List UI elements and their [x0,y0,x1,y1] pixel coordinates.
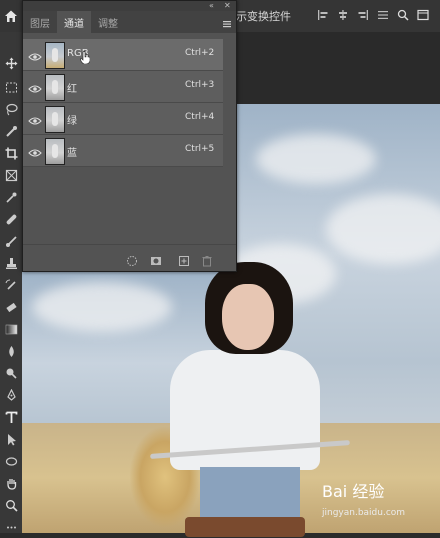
home-icon [5,10,17,22]
stamp-tool-icon[interactable] [0,252,22,274]
hamburger-menu-icon [223,21,231,28]
photoshop-window: 示变换控件 « ✕ 图层 通道 调整 RGB Ctrl+2 红 Ctrl+3 绿… [0,0,440,537]
distribute-icon[interactable] [376,7,390,23]
hand-pointer-cursor-icon [80,49,91,65]
save-selection-as-channel-icon[interactable] [150,252,162,265]
visibility-eye-icon[interactable] [28,48,42,61]
home-button[interactable] [0,0,22,32]
channel-thumbnail [45,106,65,133]
blur-tool-icon[interactable] [0,340,22,362]
align-left-icon[interactable] [316,7,330,23]
lasso-tool-icon[interactable] [0,98,22,120]
visibility-eye-icon[interactable] [28,112,42,125]
tab-layers[interactable]: 图层 [23,11,57,33]
tools-panel [0,32,23,533]
channel-row-blue[interactable]: 蓝 Ctrl+5 [23,135,223,167]
search-icon[interactable] [396,7,410,23]
channel-list: RGB Ctrl+2 红 Ctrl+3 绿 Ctrl+4 蓝 Ctrl+5 [23,39,223,167]
panel-title-bar[interactable]: « ✕ [23,1,236,11]
baidu-jingyan-watermark: Bai 经验 jingyan.baidu.com [322,478,438,528]
channel-thumbnail [45,138,65,165]
watermark-logo: Bai 经验 [322,482,385,501]
history-brush-tool-icon[interactable] [0,274,22,296]
channel-shortcut: Ctrl+3 [185,80,215,90]
panel-menu-button[interactable] [221,15,233,28]
watermark-url: jingyan.baidu.com [322,508,406,518]
channel-shortcut: Ctrl+4 [185,112,215,122]
tab-channels[interactable]: 通道 [57,11,91,33]
more-tools-icon[interactable] [0,516,22,538]
shape-tool-icon[interactable] [0,450,22,472]
channel-thumbnail [45,74,65,101]
gradient-tool-icon[interactable] [0,318,22,340]
close-panel-icon[interactable]: ✕ [224,1,231,11]
pen-tool-icon[interactable] [0,384,22,406]
crop-tool-icon[interactable] [0,142,22,164]
show-transform-controls-label[interactable]: 示变换控件 [236,8,291,24]
marquee-tool-icon[interactable] [0,76,22,98]
healing-brush-tool-icon[interactable] [0,208,22,230]
channels-panel: « ✕ 图层 通道 调整 RGB Ctrl+2 红 Ctrl+3 绿 Ctrl+… [22,0,237,272]
zoom-tool-icon[interactable] [0,494,22,516]
load-channel-as-selection-icon[interactable] [126,252,138,266]
channel-shortcut: Ctrl+2 [185,48,215,58]
channel-row-green[interactable]: 绿 Ctrl+4 [23,103,223,135]
canvas-pasteboard [236,32,440,104]
brush-tool-icon[interactable] [0,230,22,252]
visibility-eye-icon[interactable] [28,144,42,157]
channel-name: 绿 [67,116,77,127]
visibility-eye-icon[interactable] [28,80,42,93]
channel-name: 红 [67,84,77,95]
eraser-tool-icon[interactable] [0,296,22,318]
photo-subject-girl-on-bicycle [130,262,350,537]
move-tool-icon[interactable] [0,52,22,74]
tab-adjustments[interactable]: 调整 [91,11,125,33]
channel-row-red[interactable]: 红 Ctrl+3 [23,71,223,103]
eyedropper-tool-icon[interactable] [0,186,22,208]
hand-tool-icon[interactable] [0,472,22,494]
frame-tool-icon[interactable] [0,164,22,186]
channel-row-rgb[interactable]: RGB Ctrl+2 [23,39,223,71]
new-channel-icon[interactable] [178,252,190,266]
type-tool-icon[interactable] [0,406,22,428]
collapse-panel-icon[interactable]: « [209,1,214,11]
channel-shortcut: Ctrl+5 [185,144,215,154]
quick-select-tool-icon[interactable] [0,120,22,142]
channel-name: 蓝 [67,148,77,159]
panel-footer [23,244,236,271]
delete-channel-icon[interactable] [201,252,213,267]
bicycle-basket [185,517,305,537]
panel-tabs: 图层 通道 调整 [23,11,236,33]
align-right-icon[interactable] [356,7,370,23]
align-center-icon[interactable] [336,7,350,23]
dodge-tool-icon[interactable] [0,362,22,384]
workspace-icon[interactable] [416,7,430,23]
channel-thumbnail [45,42,65,69]
path-selection-tool-icon[interactable] [0,428,22,450]
